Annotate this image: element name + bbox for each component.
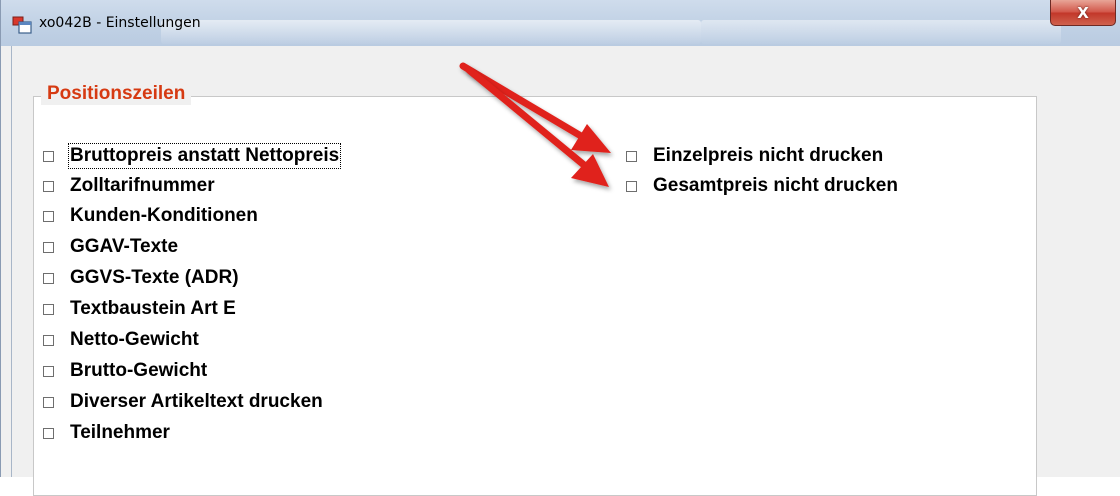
checkbox-ggvs-texte[interactable]: GGVS-Texte (ADR) [43, 265, 239, 291]
checkbox-gesamtpreis-nicht-drucken[interactable]: Gesamtpreis nicht drucken [626, 173, 898, 199]
checkbox-brutto-gewicht[interactable]: Brutto-Gewicht [43, 358, 207, 384]
settings-window: xo042B - Einstellungen X Positionszeilen… [0, 0, 1120, 496]
blurred-background-window [161, 20, 701, 44]
checkbox-box[interactable] [43, 303, 54, 315]
checkbox-label[interactable]: Zolltarifnummer [70, 175, 215, 197]
checkbox-label[interactable]: Teilnehmer [70, 422, 170, 444]
checkbox-label[interactable]: Kunden-Konditionen [70, 205, 258, 227]
window-app-icon [12, 16, 32, 34]
checkbox-einzelpreis-nicht-drucken[interactable]: Einzelpreis nicht drucken [626, 143, 883, 169]
title-bar[interactable]: xo042B - Einstellungen X [1, 0, 1120, 46]
close-icon: X [1077, 3, 1089, 22]
checkbox-box[interactable] [43, 365, 54, 377]
dialog-margin [1037, 96, 1120, 477]
checkbox-label[interactable]: GGAV-Texte [70, 236, 178, 258]
checkbox-diverser-artikeltext[interactable]: Diverser Artikeltext drucken [43, 389, 323, 415]
checkbox-box[interactable] [626, 150, 637, 162]
group-legend: Positionszeilen [41, 83, 192, 105]
checkbox-zolltarifnummer[interactable]: Zolltarifnummer [43, 173, 215, 199]
checkbox-label[interactable]: GGVS-Texte (ADR) [70, 267, 239, 289]
checkbox-textbaustein-art-e[interactable]: Textbaustein Art E [43, 296, 236, 322]
checkbox-box[interactable] [43, 272, 54, 284]
checkbox-label[interactable]: Gesamtpreis nicht drucken [653, 175, 898, 197]
checkbox-ggav-texte[interactable]: GGAV-Texte [43, 234, 178, 260]
window-title: xo042B - Einstellungen [39, 15, 201, 31]
checkbox-label[interactable]: Einzelpreis nicht drucken [653, 145, 883, 167]
checkbox-box[interactable] [43, 427, 54, 439]
checkbox-netto-gewicht[interactable]: Netto-Gewicht [43, 327, 199, 353]
checkbox-teilnehmer[interactable]: Teilnehmer [43, 420, 170, 446]
checkbox-label[interactable]: Bruttopreis anstatt Nettopreis [67, 143, 342, 169]
close-button[interactable]: X [1050, 0, 1116, 26]
checkbox-box[interactable] [43, 241, 54, 253]
checkbox-box[interactable] [43, 210, 54, 222]
checkbox-box[interactable] [43, 180, 54, 192]
checkbox-box[interactable] [43, 334, 54, 346]
checkbox-box[interactable] [43, 150, 54, 162]
checkbox-box[interactable] [43, 396, 54, 408]
blurred-background-window [701, 20, 1061, 44]
checkbox-box[interactable] [626, 180, 637, 192]
checkbox-label[interactable]: Textbaustein Art E [70, 298, 236, 320]
checkbox-kunden-konditionen[interactable]: Kunden-Konditionen [43, 203, 258, 229]
checkbox-label[interactable]: Netto-Gewicht [70, 329, 199, 351]
checkbox-label[interactable]: Diverser Artikeltext drucken [70, 391, 323, 413]
checkbox-bruttopreis[interactable]: Bruttopreis anstatt Nettopreis [43, 143, 342, 169]
checkbox-label[interactable]: Brutto-Gewicht [70, 360, 207, 382]
